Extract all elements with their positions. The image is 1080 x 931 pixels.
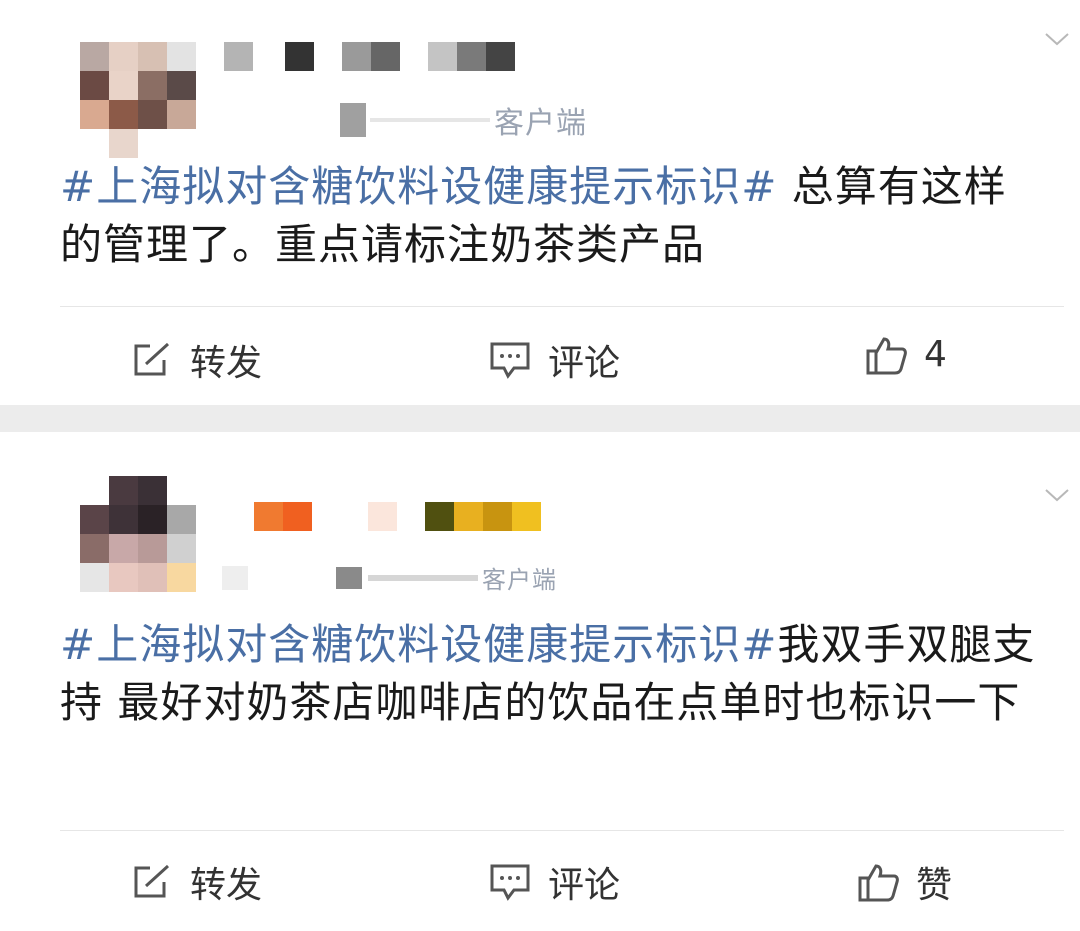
post-separator [0, 405, 1080, 432]
source-label: 客户端 [494, 106, 587, 141]
hashtag-link[interactable]: #上海拟对含糖饮料设健康提示标识# [60, 620, 777, 669]
divider [60, 830, 1064, 831]
avatar[interactable] [80, 476, 196, 592]
divider [60, 306, 1064, 307]
like-label: 赞 [916, 865, 953, 906]
avatar[interactable] [80, 42, 196, 158]
chevron-down-icon[interactable] [1044, 482, 1070, 508]
repost-button[interactable]: 转发 [130, 856, 262, 908]
comment-bubble-icon [490, 342, 530, 379]
weibo-post: 客户端 #上海拟对含糖饮料设健康提示标识# 总算有这样的管理了。重点请标注奶茶类… [22, 0, 1080, 405]
comment-button[interactable]: 评论 [488, 856, 620, 908]
post-source: 客户端 [340, 98, 587, 142]
hashtag-link[interactable]: #上海拟对含糖饮料设健康提示标识# [60, 162, 777, 211]
comment-bubble-icon [490, 864, 530, 901]
post-source: 客户端 [222, 560, 557, 595]
thumbs-up-icon [866, 336, 907, 374]
chevron-down-icon[interactable] [1044, 26, 1070, 52]
repost-button[interactable]: 转发 [130, 334, 262, 386]
like-count: 4 [924, 334, 947, 375]
source-label: 客户端 [482, 566, 557, 594]
repost-label: 转发 [190, 343, 263, 384]
weibo-post: 客户端 #上海拟对含糖饮料设健康提示标识#我双手双腿支持 最好对奶茶店咖啡店的饮… [22, 432, 1080, 931]
like-button[interactable]: 赞 [856, 856, 952, 908]
username[interactable] [254, 502, 541, 531]
repost-label: 转发 [190, 865, 263, 906]
thumbs-up-icon [858, 864, 899, 902]
post-text: #上海拟对含糖饮料设健康提示标识# 总算有这样的管理了。重点请标注奶茶类产品 [60, 158, 1040, 274]
comment-label: 评论 [548, 865, 621, 906]
username[interactable] [224, 42, 515, 71]
like-button[interactable]: 4 [864, 334, 947, 375]
comment-label: 评论 [548, 343, 621, 384]
comment-button[interactable]: 评论 [488, 334, 620, 386]
post-text: #上海拟对含糖饮料设健康提示标识#我双手双腿支持 最好对奶茶店咖啡店的饮品在点单… [60, 616, 1040, 732]
edit-share-icon [134, 864, 170, 898]
edit-share-icon [134, 342, 170, 376]
